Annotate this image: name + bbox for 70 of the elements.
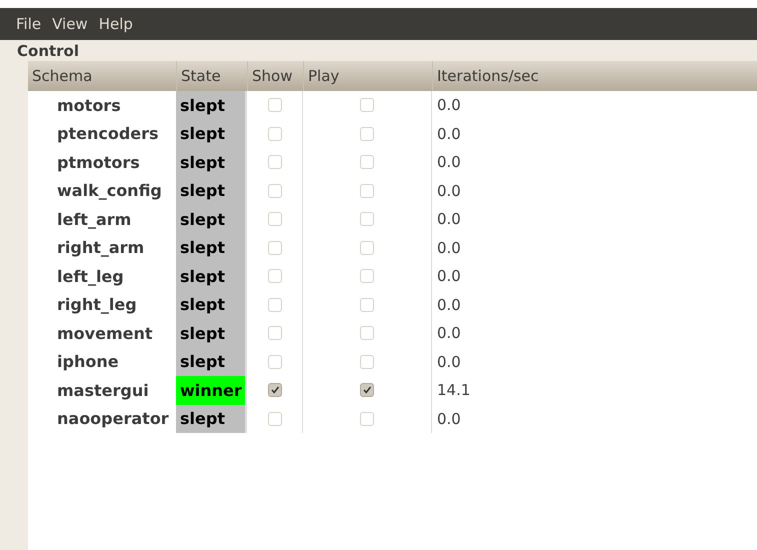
rate-value: 0.0 [437,296,461,314]
show-checkbox[interactable] [268,354,282,369]
check-icon [361,384,373,396]
play-checkbox[interactable] [360,126,374,141]
schema-name: ptencoders [57,124,159,144]
show-checkbox[interactable] [268,184,282,198]
play-checkbox[interactable] [360,298,374,312]
play-checkbox[interactable] [360,354,374,369]
state-cell: slept [176,404,247,433]
rate-value: 14.1 [437,381,470,400]
schema-name: right_arm [57,238,144,258]
column-header[interactable]: Play [303,61,432,91]
play-checkbox[interactable] [360,383,374,398]
column-header[interactable]: Iterations/sec [432,61,757,91]
show-checkbox[interactable] [268,383,282,398]
schema-name: motors [57,96,121,115]
state-cell: slept [176,91,247,120]
schema-name: left_leg [57,266,124,286]
state-cell: slept [176,348,247,376]
rate-value: 0.0 [437,124,461,143]
column-header[interactable]: Schema [28,61,176,91]
schema-name: walk_config [57,181,162,200]
show-checkbox[interactable] [268,240,282,255]
rate-value: 0.0 [437,410,461,428]
rate-value: 0.0 [437,352,461,371]
play-checkbox[interactable] [360,155,374,170]
state-cell: slept [176,176,247,205]
rate-value: 0.0 [437,153,461,172]
state-cell: slept [176,290,247,319]
play-checkbox[interactable] [360,184,374,198]
check-icon [268,384,280,396]
menu-item[interactable]: File [10,15,46,33]
state-cell: slept [176,148,247,176]
show-checkbox[interactable] [268,98,282,112]
play-checkbox[interactable] [360,98,374,112]
show-checkbox[interactable] [268,212,282,226]
schema-name: movement [57,324,153,343]
rate-value: 0.0 [437,96,461,114]
menu-item[interactable]: Help [92,15,138,33]
show-checkbox[interactable] [268,412,282,426]
show-checkbox[interactable] [268,126,282,141]
state-cell: winner [176,376,247,404]
panel-title: Control [16,41,80,61]
show-checkbox[interactable] [268,155,282,170]
schema-name: right_leg [57,295,137,314]
state-cell: slept [176,319,247,348]
rate-value: 0.0 [437,182,461,200]
play-checkbox[interactable] [360,412,374,426]
rate-value: 0.0 [437,324,461,342]
state-cell: slept [176,205,247,234]
show-checkbox[interactable] [268,298,282,312]
schema-name: left_arm [57,210,132,229]
schema-name: ptmotors [57,152,140,172]
schema-name: naooperator [57,409,169,428]
rate-value: 0.0 [437,267,461,286]
state-cell: slept [176,262,247,290]
schema-name: mastergui [57,380,149,400]
play-checkbox[interactable] [360,212,374,226]
rate-value: 0.0 [437,210,461,228]
menu-item[interactable]: View [46,15,93,33]
state-cell: slept [176,120,247,148]
schema-name: iphone [57,352,119,372]
show-checkbox[interactable] [268,269,282,284]
column-header[interactable]: Show [247,61,303,91]
play-checkbox[interactable] [360,326,374,340]
rate-value: 0.0 [437,238,461,257]
play-checkbox[interactable] [360,269,374,284]
play-checkbox[interactable] [360,240,374,255]
state-cell: slept [176,234,247,262]
show-checkbox[interactable] [268,326,282,340]
